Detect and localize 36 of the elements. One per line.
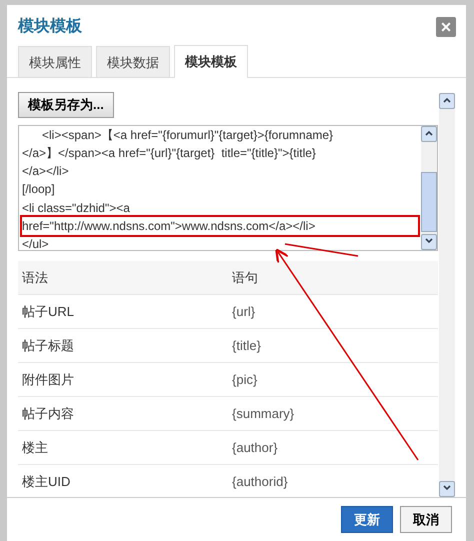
table-cell: 帖子内容 [18, 396, 228, 430]
table-cell: {author} [228, 430, 438, 464]
column-header: 语法 [18, 260, 228, 294]
tab[interactable]: 模块模板 [174, 45, 248, 78]
table-cell: {pic} [228, 362, 438, 396]
scrollbar[interactable] [439, 93, 455, 497]
table-cell: {summary} [228, 396, 438, 430]
close-button[interactable]: × [436, 17, 456, 37]
table-cell: 楼主 [18, 430, 228, 464]
scroll-down-icon[interactable] [443, 485, 451, 491]
table-cell: {authorid} [228, 464, 438, 497]
table-cell: 楼主UID [18, 464, 228, 497]
update-button[interactable]: 更新 [341, 506, 393, 534]
code-line: </a>】</span><a href="{url}"{target} title="{title}">{title} [22, 144, 317, 162]
table-cell: 帖子URL [18, 294, 228, 328]
code-line: <li><span>【<a href="{forumurl}"{target}>{forumname} [41, 126, 334, 144]
table-cell: 帖子标题 [18, 328, 228, 362]
dialog-title: 模块模板 [18, 16, 82, 37]
code-line: href="http://www.ndsns.com">www.ndsns.com</a></li> [22, 216, 418, 236]
code-line: </ul> [22, 236, 50, 250]
save-as-button[interactable]: 模板另存为... [18, 92, 114, 118]
scroll-down-icon[interactable] [425, 238, 433, 244]
table-cell: {url} [228, 294, 438, 328]
code-editor[interactable] [18, 124, 438, 250]
table-cell: 附件图片 [18, 362, 228, 396]
column-header: 语句 [228, 260, 438, 294]
scrollbar[interactable] [421, 126, 437, 250]
code-line: </a></li> [22, 163, 70, 180]
tab[interactable]: 模块数据 [96, 46, 170, 77]
tab[interactable]: 模块属性 [18, 46, 92, 77]
scroll-up-icon[interactable] [443, 97, 451, 103]
cancel-button[interactable]: 取消 [400, 506, 452, 534]
code-line: [/loop] [22, 181, 56, 198]
table-cell: {title} [228, 328, 438, 362]
scroll-up-icon[interactable] [425, 130, 433, 136]
code-line: <li class="dzhid"><a [22, 200, 131, 217]
